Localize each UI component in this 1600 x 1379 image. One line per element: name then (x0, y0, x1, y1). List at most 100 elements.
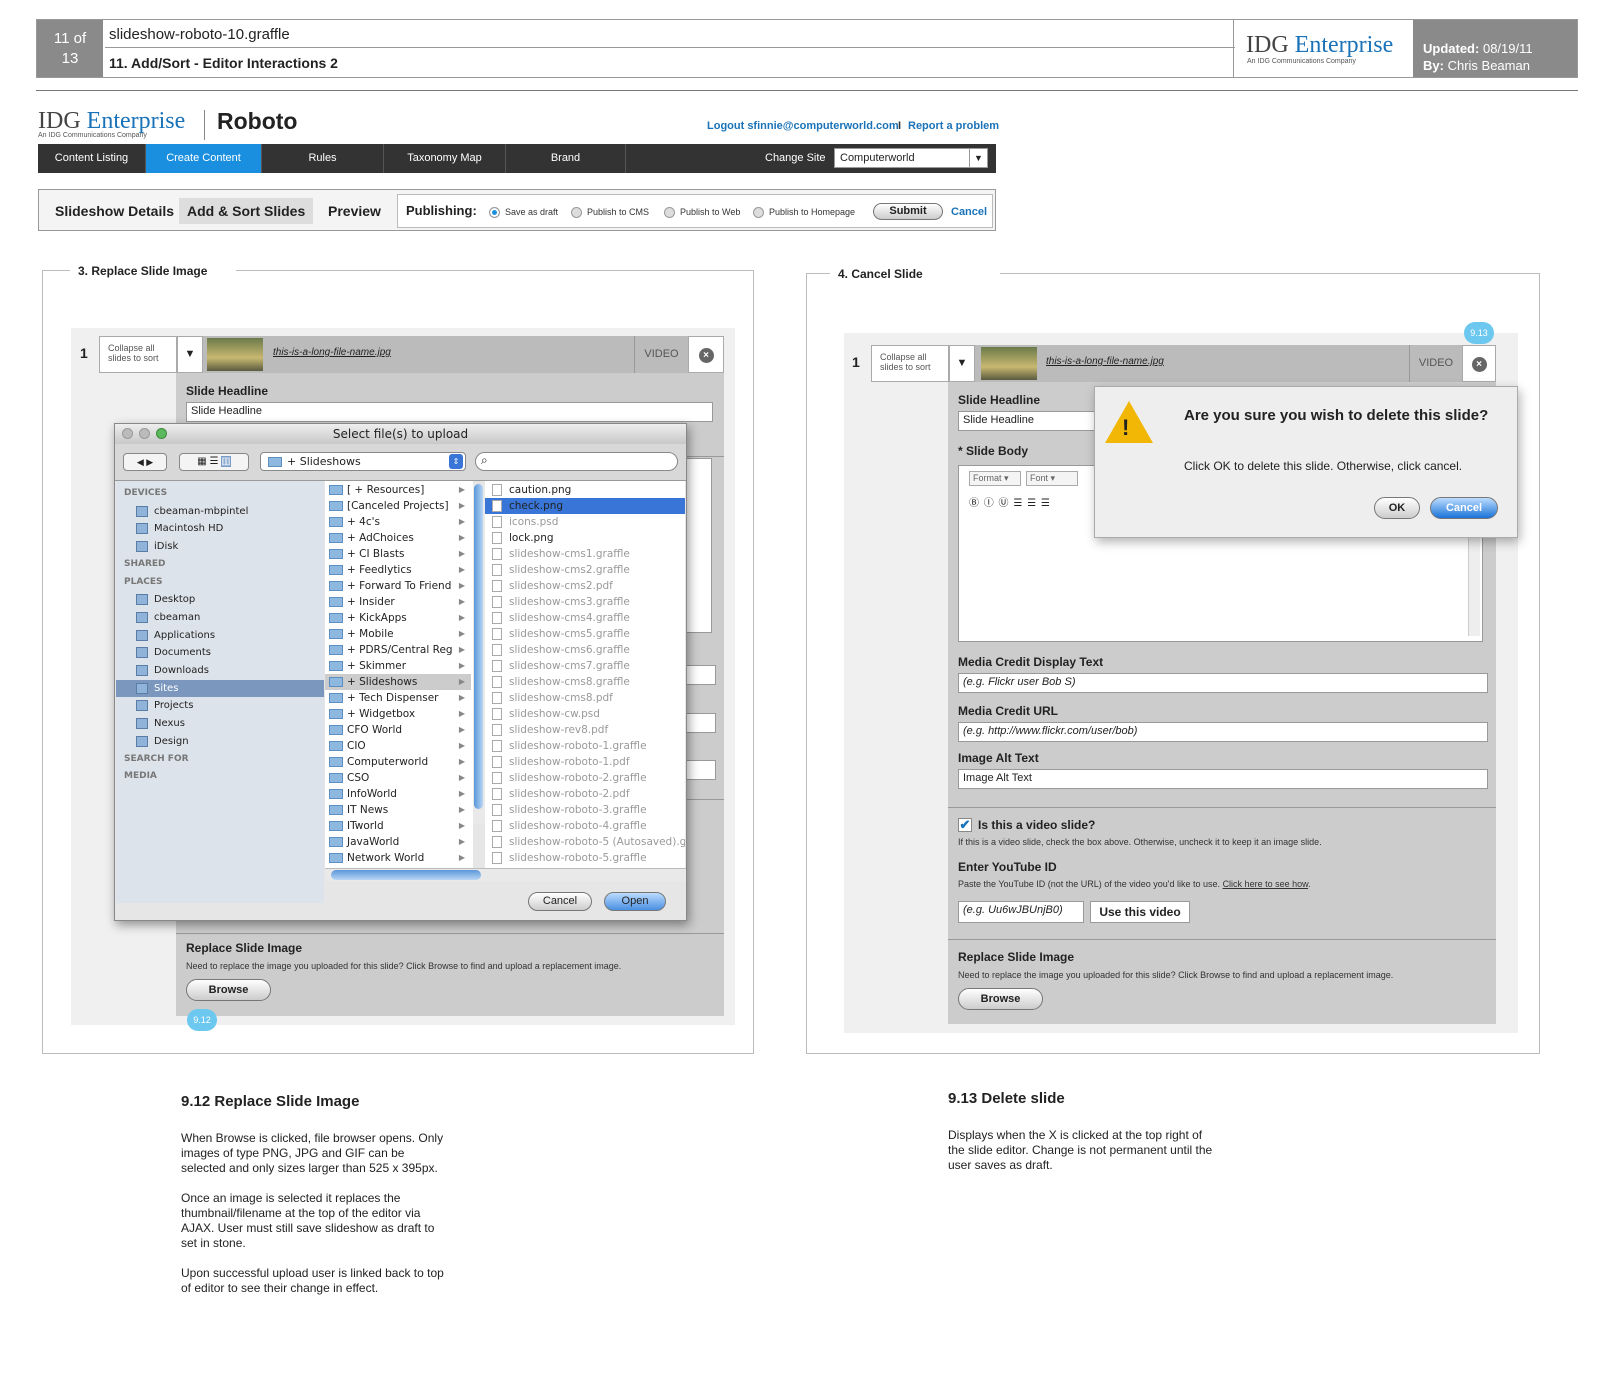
folder-item[interactable]: JavaWorld ▶ (325, 834, 471, 850)
sidebar-item[interactable]: cbeaman-mbpintel (116, 503, 324, 520)
folder-item[interactable]: CIO ▶ (325, 738, 471, 754)
zoom-window-icon[interactable] (156, 428, 167, 439)
sidebar-item[interactable]: Documents (116, 644, 324, 661)
folder-item[interactable]: + Skimmer ▶ (325, 658, 471, 674)
file-item[interactable]: slideshow-cms8.graffle (485, 674, 685, 690)
close-window-icon[interactable] (122, 428, 133, 439)
file-item[interactable]: slideshow-roboto-2.pdf (485, 786, 685, 802)
slide-filename[interactable]: this-is-a-long-file-name.jpg (1046, 356, 1164, 367)
sidebar-item[interactable]: Applications (116, 627, 324, 644)
report-problem-link[interactable]: Report a problem (908, 120, 999, 132)
file-item[interactable]: check.png (485, 498, 685, 514)
file-item[interactable]: slideshow-roboto-1.graffle (485, 738, 685, 754)
folder-item[interactable]: + Slideshows ▶ (325, 674, 471, 690)
scrollbar-thumb[interactable] (474, 484, 483, 809)
file-item[interactable]: slideshow-cms2.pdf (485, 578, 685, 594)
file-item[interactable]: slideshow-cms6.graffle (485, 642, 685, 658)
folder-item[interactable]: Network World ▶ (325, 850, 471, 866)
folder-item[interactable]: CFO World ▶ (325, 722, 471, 738)
file-item[interactable]: slideshow-cms3.graffle (485, 594, 685, 610)
ok-button[interactable]: OK (1374, 497, 1420, 519)
browse-button[interactable]: Browse (186, 979, 271, 1001)
submit-button[interactable]: Submit (873, 203, 943, 220)
collapse-button[interactable]: Collapse all slides to sort (871, 345, 949, 382)
folder-item[interactable]: + Forward To Friend ▶ (325, 578, 471, 594)
view-mode-icon[interactable]: ▦ ☰ ▥ (179, 453, 249, 471)
sidebar-item[interactable]: Macintosh HD (116, 520, 324, 537)
folder-item[interactable]: + Widgetbox ▶ (325, 706, 471, 722)
folder-item[interactable]: + CI Blasts ▶ (325, 546, 471, 562)
sidebar-item[interactable]: Sites (116, 679, 324, 697)
file-item[interactable]: slideshow-cms1.graffle (485, 546, 685, 562)
h-scrollbar-thumb[interactable] (331, 870, 481, 880)
sidebar-section-header[interactable]: SEARCH FOR (116, 751, 324, 768)
font-select[interactable]: Font ▾ (1026, 471, 1078, 486)
confirm-cancel-button[interactable]: Cancel (1430, 497, 1498, 519)
file-item[interactable]: slideshow-cw.psd (485, 706, 685, 722)
tab-taxonomy-map[interactable]: Taxonomy Map (384, 144, 506, 173)
folder-item[interactable]: + Insider ▶ (325, 594, 471, 610)
back-forward-icon[interactable]: ◀ ▶ (123, 453, 167, 471)
file-item[interactable]: slideshow-roboto-1.pdf (485, 754, 685, 770)
column-scrollbar[interactable] (473, 484, 485, 824)
search-input[interactable]: ⌕ (475, 452, 678, 471)
youtube-help-link[interactable]: Click here to see how (1223, 879, 1309, 889)
location-popup[interactable]: + Slideshows ⇕ (260, 452, 466, 471)
folder-item[interactable]: + PDRS/Central Reg ▶ (325, 642, 471, 658)
radio-publish-homepage[interactable]: Publish to Homepage (753, 207, 855, 219)
file-item[interactable]: slideshow-cms5.graffle (485, 626, 685, 642)
delete-slide-button[interactable]: × (688, 336, 724, 373)
file-item[interactable]: slideshow-cms2.graffle (485, 562, 685, 578)
sidebar-item[interactable]: Projects (116, 697, 324, 714)
url-input[interactable]: (e.g. http://www.flickr.com/user/bob) (958, 722, 1488, 742)
file-item[interactable]: slideshow-cms7.graffle (485, 658, 685, 674)
subtab-preview[interactable]: Preview (320, 198, 389, 224)
file-item[interactable]: slideshow-roboto-5.graffle (485, 850, 685, 866)
file-item[interactable]: lock.png (485, 530, 685, 546)
cancel-link[interactable]: Cancel (951, 206, 987, 218)
file-item[interactable]: caution.png (485, 482, 685, 498)
file-item[interactable]: slideshow-rev8.pdf (485, 722, 685, 738)
sidebar-item[interactable]: iDisk (116, 538, 324, 555)
subtab-add-sort-slides[interactable]: Add & Sort Slides (179, 198, 314, 224)
subtab-slideshow-details[interactable]: Slideshow Details (47, 198, 182, 224)
credit-input[interactable]: (e.g. Flickr user Bob S) (958, 673, 1488, 693)
folder-item[interactable]: ITworld ▶ (325, 818, 471, 834)
chevron-down-icon[interactable]: ▼ (949, 345, 975, 382)
folder-item[interactable]: Computerworld ▶ (325, 754, 471, 770)
format-select[interactable]: Format ▾ (969, 471, 1021, 486)
file-item[interactable]: slideshow-roboto-3.graffle (485, 802, 685, 818)
folder-item[interactable]: [Canceled Projects] ▶ (325, 498, 471, 514)
collapse-button[interactable]: Collapse all slides to sort (99, 336, 177, 373)
file-item[interactable]: slideshow-roboto-4.graffle (485, 818, 685, 834)
use-video-button[interactable]: Use this video (1090, 901, 1190, 923)
file-item[interactable]: slideshow-roboto-2.graffle (485, 770, 685, 786)
headline-input[interactable]: Slide Headline (186, 402, 713, 422)
folder-item[interactable]: CSO ▶ (325, 770, 471, 786)
folder-item[interactable]: + KickApps ▶ (325, 610, 471, 626)
sidebar-section-header[interactable]: PLACES (116, 574, 324, 591)
body-scrollbar[interactable] (1468, 536, 1480, 636)
folder-item[interactable]: + Feedlytics ▶ (325, 562, 471, 578)
file-item[interactable]: slideshow-roboto-5 (Autosaved).g (485, 834, 685, 850)
radio-publish-web[interactable]: Publish to Web (664, 207, 740, 219)
minimize-window-icon[interactable] (139, 428, 150, 439)
alt-input[interactable]: Image Alt Text (958, 769, 1488, 789)
folder-item[interactable]: + AdChoices ▶ (325, 530, 471, 546)
alt-field-edge[interactable] (684, 760, 716, 780)
slide-filename[interactable]: this-is-a-long-file-name.jpg (273, 347, 391, 358)
folder-item[interactable]: + Tech Dispenser ▶ (325, 690, 471, 706)
logout-link[interactable]: Logout sfinnie@computerworld.com (707, 120, 899, 132)
sidebar-section-header[interactable]: MEDIA (116, 768, 324, 785)
file-item[interactable]: icons.psd (485, 514, 685, 530)
chevron-down-icon[interactable]: ▼ (177, 336, 203, 373)
horizontal-scrollbar[interactable] (325, 868, 686, 881)
folder-item[interactable]: InfoWorld ▶ (325, 786, 471, 802)
sidebar-section-header[interactable]: SHARED (116, 556, 324, 573)
sidebar-item[interactable]: Desktop (116, 591, 324, 608)
delete-slide-button[interactable]: × (1462, 345, 1496, 382)
tab-create-content[interactable]: Create Content (146, 144, 262, 173)
file-item[interactable]: slideshow-cms4.graffle (485, 610, 685, 626)
format-toolbar[interactable]: Ⓑ Ⓘ Ⓤ ☰ ☰ ☰ (969, 494, 1051, 509)
url-field-edge[interactable] (684, 713, 716, 733)
